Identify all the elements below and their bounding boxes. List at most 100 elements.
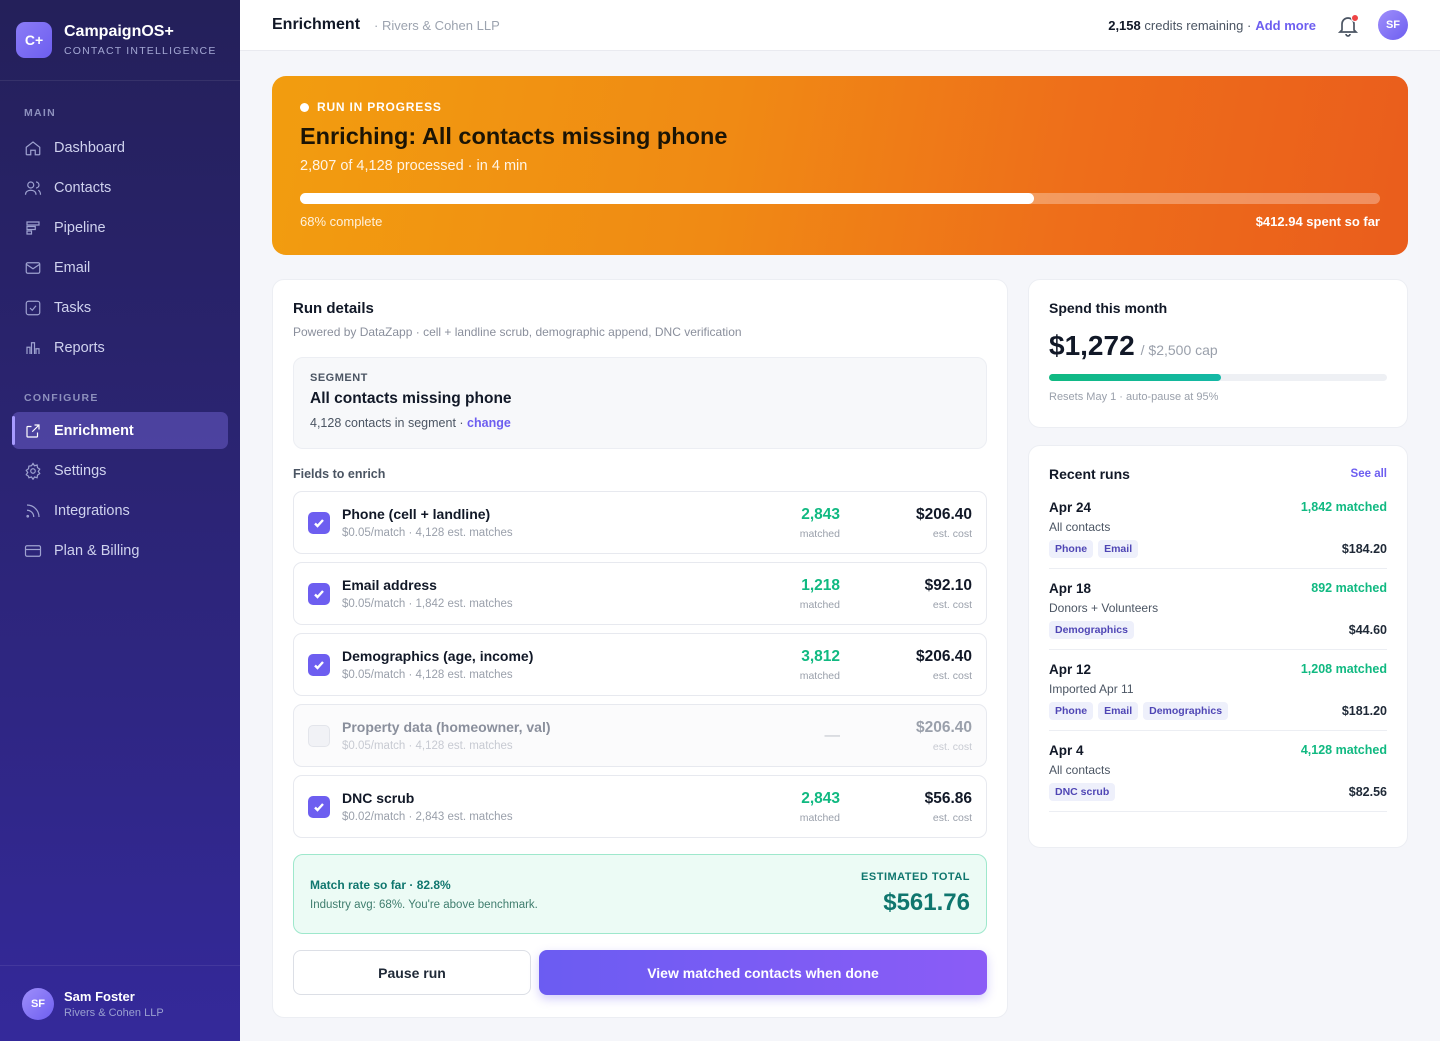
run-matched: 892 matched bbox=[1311, 581, 1387, 595]
field-checkbox[interactable] bbox=[308, 795, 330, 818]
avatar: SF bbox=[22, 987, 54, 1020]
sidebar-item-tasks[interactable]: Tasks bbox=[12, 289, 228, 326]
run-matched: 4,128 matched bbox=[1300, 743, 1387, 757]
mail-icon bbox=[25, 261, 41, 274]
field-row-email[interactable]: Email address $0.05/match · 1,842 est. m… bbox=[293, 562, 987, 625]
field-name: Phone (cell + landline) bbox=[342, 506, 491, 522]
list-item[interactable]: Apr 4 4,128 matched All contacts DNC scr… bbox=[1049, 731, 1387, 812]
export-icon bbox=[26, 423, 40, 438]
run-date: Apr 24 bbox=[1049, 500, 1092, 515]
field-matched: 2,843 bbox=[801, 789, 840, 807]
run-segment: Imported Apr 11 bbox=[1049, 682, 1134, 696]
sidebar-item-settings[interactable]: Settings bbox=[12, 452, 228, 489]
check-icon bbox=[314, 589, 324, 599]
list-item[interactable]: Apr 12 1,208 matched Imported Apr 11 Pho… bbox=[1049, 650, 1387, 731]
spend-note: Resets May 1 · auto-pause at 95% bbox=[1049, 391, 1219, 403]
field-cost: $92.10 bbox=[924, 576, 972, 594]
sidebar-item-email[interactable]: Email bbox=[12, 249, 228, 286]
check-icon bbox=[314, 802, 324, 812]
progress-label: 68% complete bbox=[300, 214, 383, 229]
field-cost-label: est. cost bbox=[932, 598, 972, 611]
run-tag: Email bbox=[1098, 702, 1139, 720]
field-checkbox[interactable] bbox=[308, 511, 330, 534]
brand[interactable]: C+ CampaignOS+ CONTACT INTELLIGENCE bbox=[0, 0, 240, 81]
gear-icon bbox=[25, 461, 41, 480]
sidebar-item-plan-billing[interactable]: Plan & Billing bbox=[12, 532, 228, 569]
run-date: Apr 18 bbox=[1049, 581, 1092, 596]
field-matched-label: matched bbox=[799, 669, 840, 682]
field-name: Property data (homeowner, val) bbox=[342, 719, 551, 735]
field-checkbox[interactable] bbox=[308, 582, 330, 605]
sidebar-item-enrichment[interactable]: Enrichment bbox=[12, 412, 228, 449]
run-details-card: Run details Powered by DataZapp · cell +… bbox=[272, 279, 1008, 1018]
sidebar-item-integrations[interactable]: Integrations bbox=[12, 492, 228, 529]
user-profile[interactable]: SF Sam Foster Rivers & Cohen LLP bbox=[0, 965, 240, 1041]
bar-chart-icon bbox=[26, 341, 40, 354]
add-more-link[interactable]: Add more bbox=[1255, 18, 1316, 33]
segment-count-text: 4,128 contacts in segment · bbox=[310, 416, 464, 430]
run-title: Enriching: All contacts missing phone bbox=[300, 123, 728, 149]
view-matched-button[interactable]: View matched contacts when done bbox=[539, 950, 987, 995]
topbar: Enrichment · Rivers & Cohen LLP 2,158 cr… bbox=[240, 0, 1440, 51]
sidebar-item-contacts[interactable]: Contacts bbox=[12, 169, 228, 206]
field-name: DNC scrub bbox=[342, 790, 415, 806]
sidebar-item-dashboard[interactable]: Dashboard bbox=[12, 129, 228, 166]
spend-fill bbox=[1049, 374, 1222, 381]
sidebar-item-reports[interactable]: Reports bbox=[12, 329, 228, 366]
list-item[interactable]: Apr 18 892 matched Donors + Volunteers D… bbox=[1049, 569, 1387, 650]
field-matched-label: matched bbox=[799, 811, 840, 824]
credits-count: 2,158 bbox=[1108, 17, 1141, 33]
field-row-property[interactable]: Property data (homeowner, val) $0.05/mat… bbox=[293, 704, 987, 767]
pause-run-button[interactable]: Pause run bbox=[293, 950, 531, 995]
change-segment-link[interactable]: change bbox=[467, 416, 511, 430]
check-icon bbox=[314, 660, 324, 670]
recent-runs-title: Recent runs bbox=[1049, 466, 1130, 482]
sidebar-item-label: Tasks bbox=[54, 299, 92, 316]
users-icon bbox=[24, 180, 42, 195]
run-tag: Demographics bbox=[1143, 702, 1229, 720]
sidebar-item-label: Settings bbox=[54, 462, 107, 479]
list-item[interactable]: Apr 24 1,842 matched All contacts Phone E… bbox=[1049, 488, 1387, 569]
sidebar-item-label: Contacts bbox=[54, 179, 112, 196]
nav-section-configure: CONFIGURE bbox=[24, 392, 99, 404]
rss-icon bbox=[26, 503, 40, 518]
status-dot-icon bbox=[300, 102, 309, 112]
brand-logo: C+ bbox=[16, 22, 52, 58]
run-tag: Phone bbox=[1049, 540, 1094, 558]
run-date: Apr 4 bbox=[1049, 743, 1084, 758]
field-cost: $206.40 bbox=[915, 718, 972, 736]
run-tag: Demographics bbox=[1049, 621, 1134, 639]
notification-dot bbox=[1351, 14, 1359, 22]
spend-title: Spend this month bbox=[1049, 300, 1168, 316]
home-icon bbox=[25, 140, 41, 155]
sidebar: C+ CampaignOS+ CONTACT INTELLIGENCE MAIN… bbox=[0, 0, 240, 1041]
sidebar-item-label: Plan & Billing bbox=[54, 542, 140, 559]
field-cost: $206.40 bbox=[915, 647, 972, 665]
estimated-total-label: ESTIMATED TOTAL bbox=[861, 871, 970, 883]
field-meta: $0.05/match · 4,128 est. matches bbox=[342, 669, 513, 681]
avatar[interactable]: SF bbox=[1378, 10, 1408, 40]
brand-name: CampaignOS+ bbox=[64, 23, 174, 40]
match-rate: Match rate so far · 82.8% bbox=[310, 877, 451, 892]
field-row-demographics[interactable]: Demographics (age, income) $0.05/match ·… bbox=[293, 633, 987, 696]
field-cost-label: est. cost bbox=[932, 740, 972, 753]
run-matched: 1,842 matched bbox=[1300, 500, 1387, 514]
sidebar-item-label: Dashboard bbox=[54, 139, 125, 156]
field-checkbox[interactable] bbox=[308, 724, 330, 747]
notifications-button[interactable] bbox=[1334, 11, 1362, 39]
sidebar-item-pipeline[interactable]: Pipeline bbox=[12, 209, 228, 246]
field-name: Demographics (age, income) bbox=[342, 648, 534, 664]
run-tag: DNC scrub bbox=[1049, 783, 1116, 801]
field-checkbox[interactable] bbox=[308, 653, 330, 676]
field-matched: 2,843 bbox=[801, 505, 840, 523]
field-matched: 1,218 bbox=[801, 576, 840, 594]
nav-section-main: MAIN bbox=[24, 107, 57, 119]
field-row-phone[interactable]: Phone (cell + landline) $0.05/match · 4,… bbox=[293, 491, 987, 554]
pipeline-icon bbox=[26, 220, 40, 235]
see-all-link[interactable]: See all bbox=[1351, 468, 1387, 480]
field-row-dnc[interactable]: DNC scrub $0.02/match · 2,843 est. match… bbox=[293, 775, 987, 838]
field-matched: 3,812 bbox=[801, 647, 840, 665]
fields-label: Fields to enrich bbox=[293, 467, 386, 481]
field-cost-label: est. cost bbox=[932, 527, 972, 540]
field-meta: $0.05/match · 4,128 est. matches bbox=[342, 527, 513, 539]
